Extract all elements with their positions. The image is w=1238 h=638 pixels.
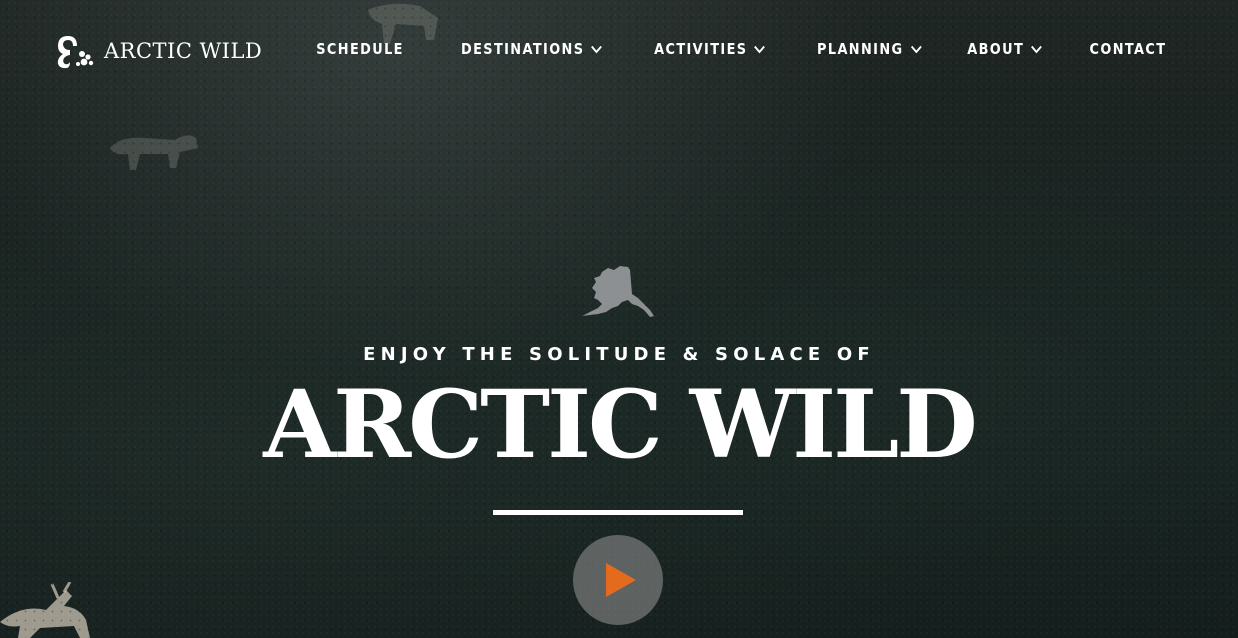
chevron-down-icon bbox=[754, 45, 766, 53]
nav-item-about[interactable]: ABOUT bbox=[968, 40, 1043, 58]
title-divider bbox=[493, 510, 743, 515]
main-navigation: SCHEDULE DESTINATIONS ACTIVITIES PLANNIN… bbox=[302, 40, 1166, 58]
nav-item-label: SCHEDULE bbox=[316, 40, 404, 58]
caribou-silhouette-foreground bbox=[0, 582, 90, 638]
brand-name: ARCTIC WILD bbox=[104, 39, 263, 63]
nav-item-label: ACTIVITIES bbox=[654, 40, 748, 58]
nav-item-destinations[interactable]: DESTINATIONS bbox=[460, 40, 603, 58]
nav-item-label: CONTACT bbox=[1089, 40, 1166, 58]
nav-item-label: ABOUT bbox=[967, 40, 1025, 58]
nav-item-planning[interactable]: PLANNING bbox=[817, 40, 922, 58]
brand-logo[interactable]: ARCTIC WILD bbox=[54, 32, 262, 70]
chevron-down-icon bbox=[910, 45, 922, 53]
nav-item-activities[interactable]: ACTIVITIES bbox=[654, 40, 766, 58]
play-video-button[interactable] bbox=[573, 535, 663, 625]
hero-tagline: ENJOY THE SOLITUDE & SOLACE OF bbox=[363, 344, 875, 365]
play-icon bbox=[606, 563, 636, 597]
hero-title: ARCTIC WILD bbox=[263, 370, 977, 480]
caribou-silhouette bbox=[110, 135, 198, 170]
alaska-map-icon bbox=[582, 266, 654, 317]
nav-item-contact[interactable]: CONTACT bbox=[1089, 40, 1166, 58]
nav-item-schedule[interactable]: SCHEDULE bbox=[316, 40, 404, 58]
chevron-down-icon bbox=[591, 45, 603, 53]
paw-print-icon bbox=[57, 36, 94, 69]
nav-item-label: PLANNING bbox=[816, 40, 904, 58]
nav-item-label: DESTINATIONS bbox=[460, 40, 585, 58]
chevron-down-icon bbox=[1031, 45, 1043, 53]
